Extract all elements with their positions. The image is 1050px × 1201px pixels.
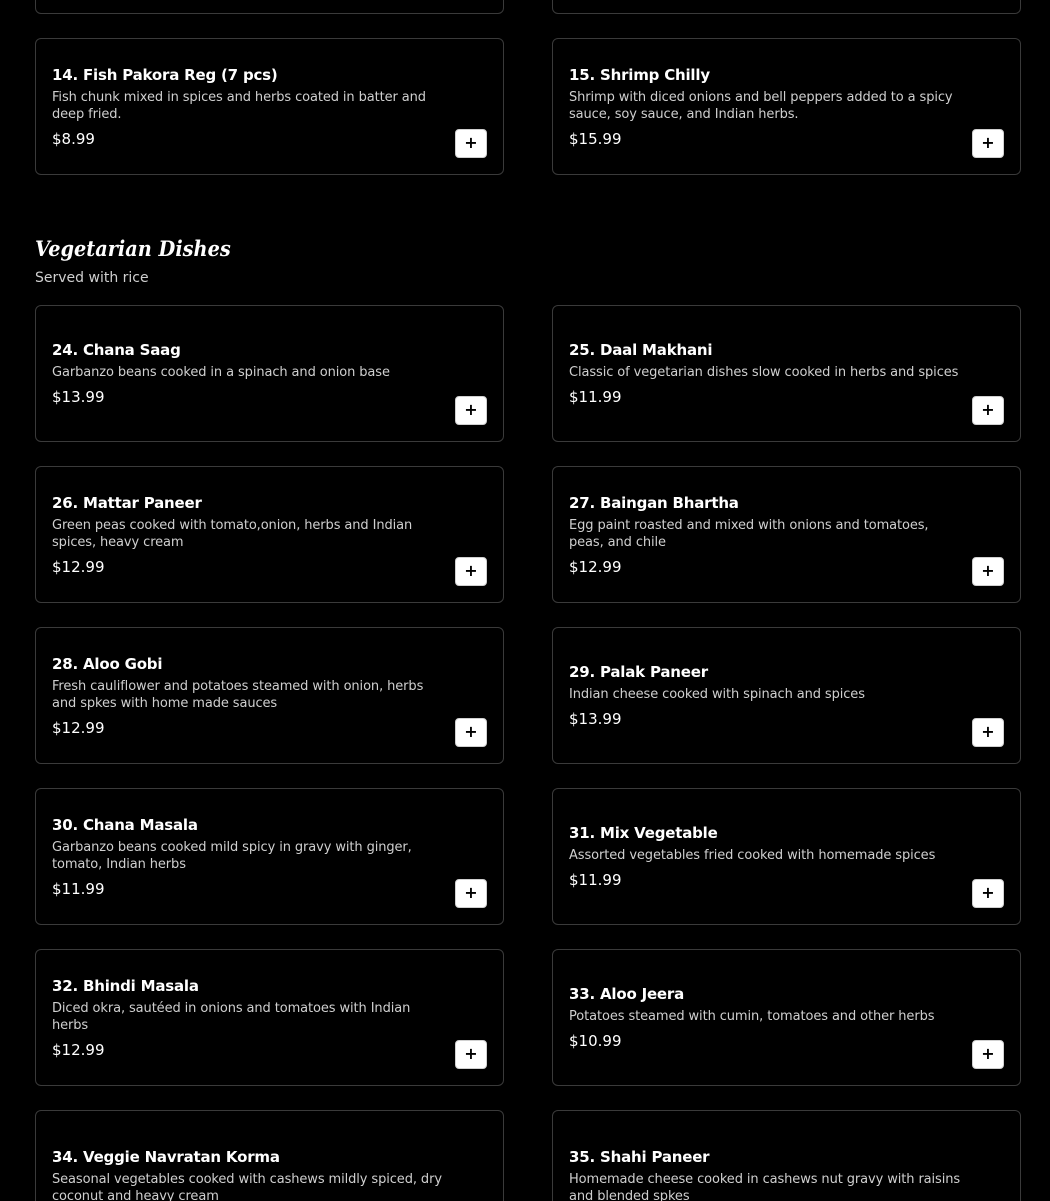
menu-item-card[interactable]: 24. Chana Saag Garbanzo beans cooked in a… [35,305,504,442]
item-description: Homemade cheese cooked in cashews nut gr… [569,1171,961,1201]
item-name: 31. Mix Vegetable [569,824,718,842]
item-description: Green peas cooked with tomato,onion, her… [52,517,413,550]
item-price: $12.99 [52,1040,105,1059]
add-to-cart-button[interactable]: + [455,557,487,586]
item-name: 24. Chana Saag [52,341,181,359]
plus-icon: + [464,560,478,580]
item-price: $8.99 [52,129,95,148]
add-to-cart-button[interactable]: + [455,129,487,158]
item-description: Seasonal vegetables cooked with cashews … [52,1171,442,1201]
item-name: 14. Fish Pakora Reg (7 pcs) [52,65,278,84]
add-to-cart-button[interactable]: + [972,396,1004,425]
plus-icon: + [981,560,995,580]
menu-item-card[interactable]: 25. Daal Makhani Classic of vegetarian di… [552,305,1021,442]
item-description: Garbanzo beans cooked in a spinach and o… [52,365,390,380]
plus-icon: + [464,882,478,902]
item-description: Classic of vegetarian dishes slow cooked… [569,365,959,380]
item-price: $12.99 [52,718,105,737]
section-title: Vegetarian Dishes [35,236,231,261]
plus-icon: + [981,1043,995,1063]
item-price: $13.99 [569,710,622,728]
plus-icon: + [464,1043,478,1063]
item-name: 34. Veggie Navratan Korma [52,1147,280,1166]
item-description: Shrimp with diced onions and bell pepper… [569,89,953,122]
add-to-cart-button[interactable]: + [972,129,1004,158]
add-to-cart-button[interactable]: + [972,1040,1004,1069]
add-to-cart-button[interactable]: + [972,718,1004,747]
add-to-cart-button[interactable]: + [972,557,1004,586]
add-to-cart-button[interactable]: + [455,396,487,425]
plus-icon: + [981,882,995,902]
item-price: $11.99 [569,871,622,889]
item-description: Garbanzo beans cooked mild spicy in grav… [52,839,412,872]
item-description: Diced okra, sautéed in onions and tomato… [52,1000,411,1033]
item-description: Assorted vegetables fried cooked with ho… [569,848,936,863]
menu-item-card[interactable]: 27. Baingan Bhartha Egg paint roasted and… [552,466,1021,603]
menu-item-card[interactable]: + [35,0,504,14]
add-to-cart-button[interactable]: + [455,718,487,747]
menu-item-card[interactable]: 33. Aloo Jeera Potatoes steamed with cumi… [552,949,1021,1086]
item-name: 35. Shahi Paneer [569,1147,710,1166]
item-price: $13.99 [52,388,105,406]
menu-item-card[interactable]: 34. Veggie Navratan Korma Seasonal vegeta… [35,1110,504,1201]
menu-item-card[interactable]: 32. Bhindi Masala Diced okra, sautéed in … [35,949,504,1086]
menu-item-card[interactable]: 26. Mattar Paneer Green peas cooked with … [35,466,504,603]
item-price: $15.99 [569,129,622,148]
item-description: Potatoes steamed with cumin, tomatoes an… [569,1009,935,1024]
item-description: Fish chunk mixed in spices and herbs coa… [52,89,426,122]
item-description: Egg paint roasted and mixed with onions … [569,517,929,550]
menu-item-card[interactable]: + [552,0,1021,14]
plus-icon: + [464,132,478,152]
item-name: 28. Aloo Gobi [52,654,163,673]
item-name: 15. Shrimp Chilly [569,65,710,84]
item-name: 29. Palak Paneer [569,663,708,681]
item-name: 32. Bhindi Masala [52,976,199,995]
menu-item-card[interactable]: 31. Mix Vegetable Assorted vegetables fri… [552,788,1021,925]
plus-icon: + [981,399,995,419]
menu-page: + + 14. Fish Pakora Reg (7 pcs) Fish chu… [0,0,1050,1201]
section-subtitle: Served with rice [35,270,149,286]
item-price: $11.99 [52,879,105,898]
menu-item-card[interactable]: 29. Palak Paneer Indian cheese cooked wit… [552,627,1021,764]
item-name: 33. Aloo Jeera [569,985,685,1003]
plus-icon: + [464,721,478,741]
menu-item-card[interactable]: 30. Chana Masala Garbanzo beans cooked mi… [35,788,504,925]
item-price: $12.99 [52,557,105,576]
item-price: $10.99 [569,1032,622,1050]
item-name: 26. Mattar Paneer [52,493,202,512]
plus-icon: + [981,132,995,152]
item-name: 30. Chana Masala [52,815,198,834]
plus-icon: + [464,399,478,419]
menu-item-card[interactable]: 28. Aloo Gobi Fresh cauliflower and potat… [35,627,504,764]
item-description: Fresh cauliflower and potatoes steamed w… [52,678,424,711]
add-to-cart-button[interactable]: + [455,1040,487,1069]
menu-item-card[interactable]: 35. Shahi Paneer Homemade cheese cooked i… [552,1110,1021,1201]
menu-item-card[interactable]: 15. Shrimp Chilly Shrimp with diced onio… [552,38,1021,175]
add-to-cart-button[interactable]: + [972,879,1004,908]
menu-item-card[interactable]: 14. Fish Pakora Reg (7 pcs) Fish chunk m… [35,38,504,175]
item-description: Indian cheese cooked with spinach and sp… [569,687,865,702]
item-price: $11.99 [569,388,622,406]
plus-icon: + [981,721,995,741]
item-name: 27. Baingan Bhartha [569,493,739,512]
item-price: $12.99 [569,557,622,576]
item-name: 25. Daal Makhani [569,341,713,359]
add-to-cart-button[interactable]: + [455,879,487,908]
